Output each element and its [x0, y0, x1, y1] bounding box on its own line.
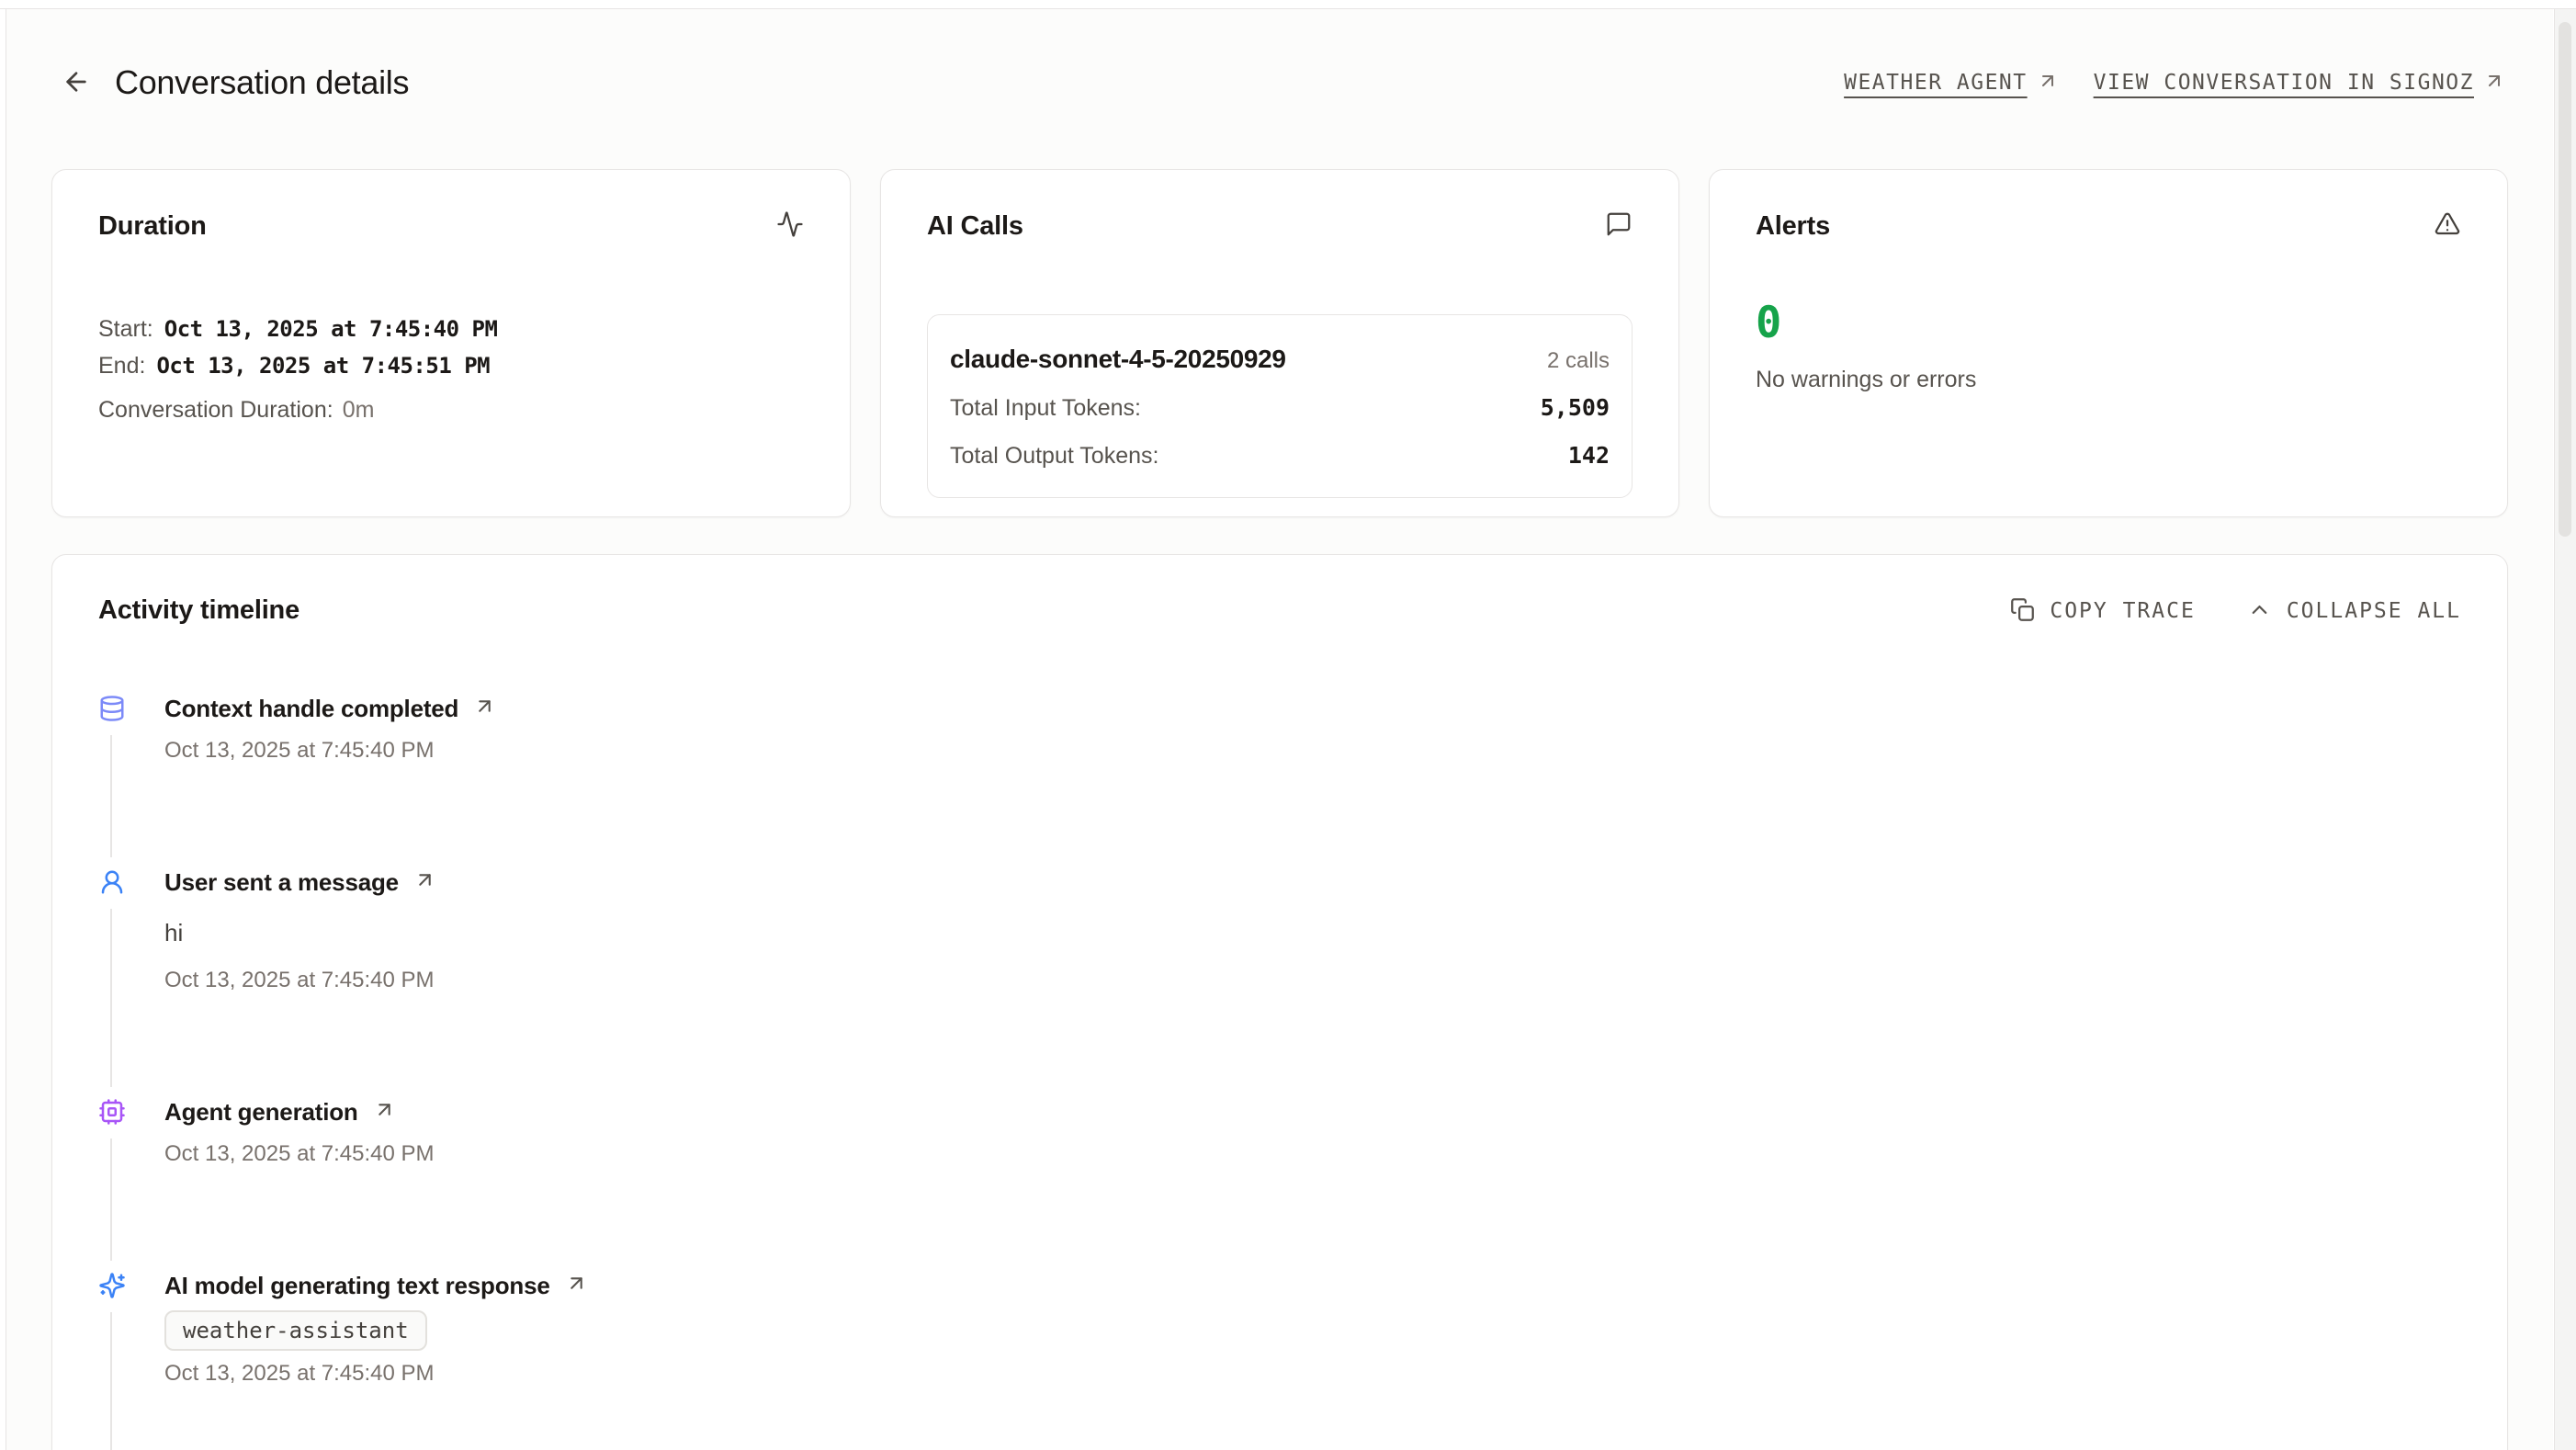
timeline-event-link[interactable]: Agent generation: [164, 1098, 2461, 1126]
view-conversation-link-label: VIEW CONVERSATION IN SIGNOZ: [2094, 71, 2474, 95]
model-calls-count: 2 calls: [1547, 348, 1610, 374]
arrow-up-right-icon: [565, 1272, 588, 1299]
total-input-tokens-value: 5,509: [1541, 394, 1610, 421]
model-name: claude-sonnet-4-5-20250929: [950, 345, 1286, 374]
window-top-band: [0, 0, 2576, 9]
timeline-connector-line: [110, 735, 112, 857]
arrow-up-right-icon: [2483, 70, 2505, 96]
agent-name-badge: weather-assistant: [164, 1310, 427, 1351]
arrow-up-right-icon: [473, 695, 496, 722]
header-links: WEATHER AGENT VIEW CONVERSATION IN SIGNO…: [1844, 70, 2505, 96]
conversation-duration-value: 0m: [343, 397, 375, 424]
activity-timeline-title: Activity timeline: [98, 595, 299, 626]
conversation-details-page: Conversation details WEATHER AGENT VIEW …: [6, 9, 2553, 1450]
timeline-event-link[interactable]: User sent a message: [164, 868, 2461, 896]
total-output-tokens-value: 142: [1568, 442, 1610, 469]
copy-trace-label: COPY TRACE: [2050, 599, 2195, 623]
end-label: End:: [98, 353, 145, 379]
total-input-tokens-label: Total Input Tokens:: [950, 395, 1141, 422]
arrow-left-icon: [62, 67, 91, 99]
total-output-tokens-label: Total Output Tokens:: [950, 443, 1158, 470]
alerts-count: 0: [1756, 301, 2461, 345]
chevron-up-icon: [2247, 597, 2272, 625]
timeline-event-title: AI model generating text response: [164, 1272, 550, 1300]
alerts-card-title: Alerts: [1756, 211, 1830, 242]
timeline-event-timestamp: Oct 13, 2025 at 7:45:40 PM: [164, 738, 2461, 764]
alerts-card: Alerts 0 No warnings or errors: [1709, 169, 2508, 517]
arrow-up-right-icon: [413, 868, 436, 896]
timeline-event-ai-text-response: AI model generating text response weathe…: [98, 1272, 2461, 1387]
timeline-event-title: Agent generation: [164, 1098, 358, 1127]
conversation-duration-label: Conversation Duration:: [98, 397, 333, 424]
ai-calls-card-title: AI Calls: [927, 211, 1023, 242]
timeline-event-agent-generation: Agent generation Oct 13, 2025 at 7:45:40…: [98, 1098, 2461, 1167]
weather-agent-link-label: WEATHER AGENT: [1844, 71, 2028, 95]
timeline-event-link[interactable]: AI model generating text response: [164, 1272, 2461, 1299]
alert-triangle-icon: [2434, 210, 2461, 243]
arrow-up-right-icon: [373, 1098, 396, 1126]
message-square-icon: [1605, 210, 1633, 243]
user-icon: [98, 868, 126, 896]
ai-calls-card: AI Calls claude-sonnet-4-5-20250929 2 ca…: [880, 169, 1679, 517]
timeline-event-user-message: User sent a message hi Oct 13, 2025 at 7…: [98, 868, 2461, 993]
database-icon: [98, 695, 126, 722]
scrollbar-thumb[interactable]: [2559, 22, 2571, 537]
timeline-event-title: Context handle completed: [164, 695, 458, 723]
timeline-event-title: User sent a message: [164, 868, 399, 897]
page-header: Conversation details WEATHER AGENT VIEW …: [6, 17, 2553, 149]
timeline-event-message: hi: [164, 919, 2461, 947]
timeline-connector-line: [110, 1312, 112, 1450]
summary-cards-row: Duration Start: Oct 13, 2025 at 7:45:40 …: [6, 169, 2553, 517]
timeline-event-badge-wrap: weather-assistant: [164, 1299, 2461, 1351]
timeline-event-timestamp: Oct 13, 2025 at 7:45:40 PM: [164, 1361, 2461, 1387]
collapse-all-label: COLLAPSE ALL: [2287, 599, 2461, 623]
back-button[interactable]: [58, 64, 95, 101]
timeline-events: Context handle completed Oct 13, 2025 at…: [98, 695, 2461, 1387]
timeline-event-timestamp: Oct 13, 2025 at 7:45:40 PM: [164, 968, 2461, 993]
duration-card-title: Duration: [98, 211, 207, 242]
activity-pulse-icon: [776, 210, 804, 243]
start-label: Start:: [98, 316, 153, 343]
view-conversation-signoz-link[interactable]: VIEW CONVERSATION IN SIGNOZ: [2094, 70, 2505, 96]
vertical-scrollbar[interactable]: [2554, 9, 2576, 1450]
timeline-connector-line: [110, 909, 112, 1087]
page-title: Conversation details: [115, 63, 409, 102]
duration-card: Duration Start: Oct 13, 2025 at 7:45:40 …: [51, 169, 851, 517]
timeline-event-link[interactable]: Context handle completed: [164, 695, 2461, 722]
timeline-connector-line: [110, 1138, 112, 1261]
start-value: Oct 13, 2025 at 7:45:40 PM: [164, 316, 498, 342]
alerts-message: No warnings or errors: [1756, 367, 2461, 393]
model-usage-card: claude-sonnet-4-5-20250929 2 calls Total…: [927, 314, 1633, 498]
weather-agent-link[interactable]: WEATHER AGENT: [1844, 70, 2059, 96]
activity-timeline-card: Activity timeline COPY TRACE COLLAPSE AL…: [51, 554, 2508, 1450]
timeline-event-context-handle: Context handle completed Oct 13, 2025 at…: [98, 695, 2461, 764]
collapse-all-button[interactable]: COLLAPSE ALL: [2247, 597, 2461, 625]
sparkles-icon: [98, 1272, 126, 1299]
cpu-icon: [98, 1098, 126, 1126]
arrow-up-right-icon: [2037, 70, 2059, 96]
end-value: Oct 13, 2025 at 7:45:51 PM: [156, 353, 490, 379]
copy-trace-button[interactable]: COPY TRACE: [2010, 597, 2195, 625]
timeline-event-timestamp: Oct 13, 2025 at 7:45:40 PM: [164, 1141, 2461, 1167]
copy-icon: [2010, 597, 2035, 625]
